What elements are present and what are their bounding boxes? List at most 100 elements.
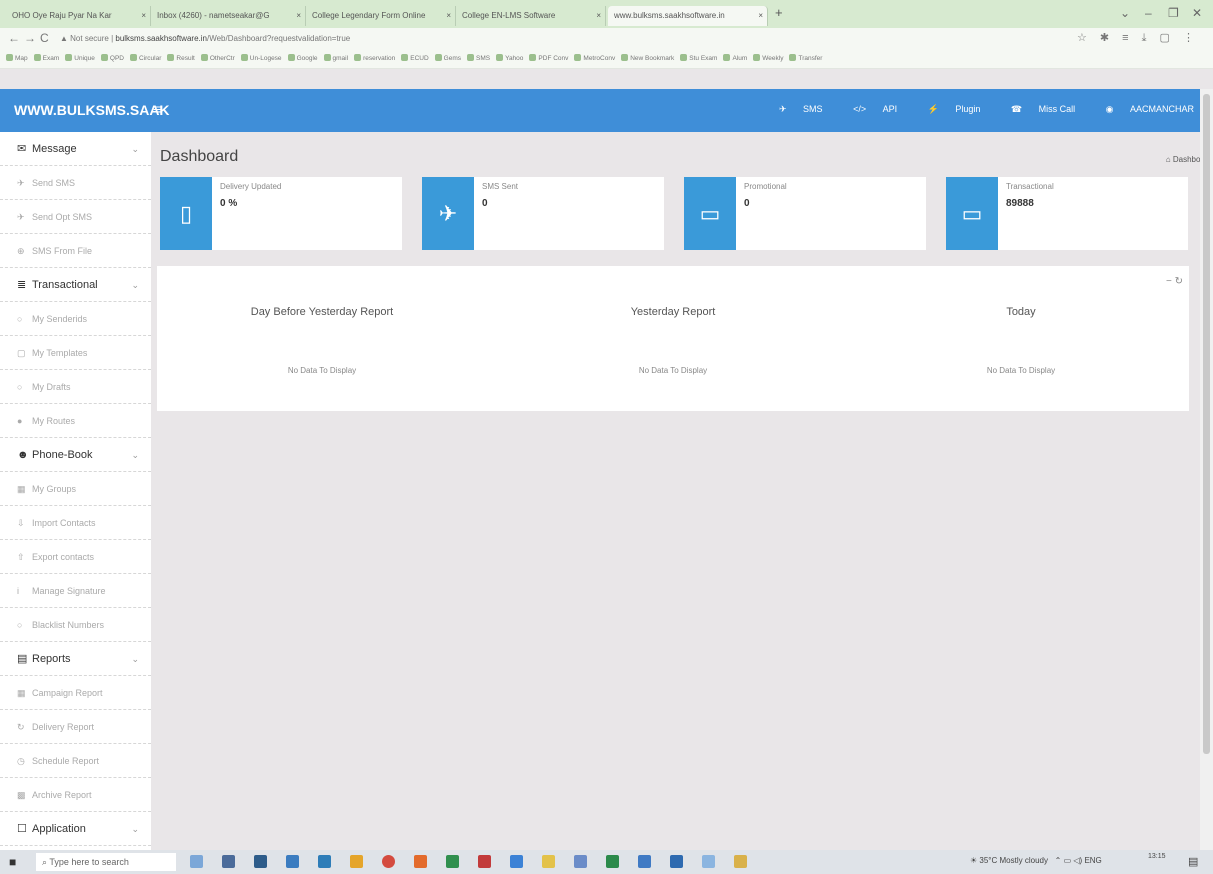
taskbar-app-icon[interactable]: [190, 855, 203, 868]
bookmark-item[interactable]: Gems: [434, 54, 461, 62]
refresh-icon[interactable]: ↻: [1175, 276, 1183, 287]
close-icon[interactable]: ×: [446, 6, 451, 26]
bookmark-item[interactable]: QPD: [100, 54, 124, 62]
sidebar-item-my-templates[interactable]: ▢ My Templates: [0, 336, 151, 370]
taskbar-app-icon[interactable]: [542, 855, 555, 868]
bookmark-item[interactable]: reservation: [354, 54, 395, 62]
bookmark-item[interactable]: PDF Conv: [529, 54, 568, 62]
bookmark-item[interactable]: Un-Logese: [240, 54, 282, 62]
brand-logo[interactable]: WWW.BULKSMS.SAAK: [14, 102, 170, 118]
bookmark-item[interactable]: Result: [167, 54, 195, 62]
bookmark-item[interactable]: MetroConv: [574, 54, 615, 62]
sidebar-item-sms-from-file[interactable]: ⊕ SMS From File: [0, 234, 151, 268]
bookmark-item[interactable]: Circular: [129, 54, 161, 62]
taskbar-app-icon[interactable]: [222, 855, 235, 868]
browser-tab[interactable]: College Legendary Form Online ×: [306, 6, 456, 26]
sidebar-section-phonebook[interactable]: ☻ Phone-Book ⌄: [0, 438, 151, 472]
sidebar-item-my-routes[interactable]: ● My Routes: [0, 404, 151, 438]
sidebar-item-blacklist-numbers[interactable]: ○ Blacklist Numbers: [0, 608, 151, 642]
close-icon[interactable]: ×: [141, 6, 146, 26]
taskbar-app-icon[interactable]: [350, 855, 363, 868]
collapse-icon[interactable]: −: [1166, 276, 1172, 287]
sidebar-item-my-drafts[interactable]: ○ My Drafts: [0, 370, 151, 404]
back-icon[interactable]: ←: [8, 31, 20, 45]
sidebar-item-send-opt-sms[interactable]: ✈ Send Opt SMS: [0, 200, 151, 234]
taskbar-app-icon[interactable]: [734, 855, 747, 868]
taskbar-search-input[interactable]: ⌕ Type here to search: [36, 853, 176, 871]
taskbar-app-icon[interactable]: [606, 855, 619, 868]
sidebar-item-schedule-report[interactable]: ◷ Schedule Report: [0, 744, 151, 778]
taskbar-app-icon[interactable]: [510, 855, 523, 868]
browser-tab[interactable]: OHO Oye Raju Pyar Na Kar ×: [6, 6, 151, 26]
user-menu[interactable]: ◉ AACMANCHAR: [1092, 104, 1194, 114]
sidebar-item-my-senderids[interactable]: ○ My Senderids: [0, 302, 151, 336]
language-indicator[interactable]: ENG: [1084, 856, 1101, 865]
bookmark-item[interactable]: gmail: [323, 54, 348, 62]
topnav-misscall[interactable]: ☎ Miss Call: [997, 104, 1075, 114]
sidebar-section-application[interactable]: ☐ Application ⌄: [0, 812, 151, 846]
sidebar-item-import-contacts[interactable]: ⇩ Import Contacts: [0, 506, 151, 540]
bookmark-item[interactable]: Stu Exam: [680, 54, 717, 62]
window-close-icon[interactable]: ✕: [1192, 6, 1202, 20]
sidebar-item-export-contacts[interactable]: ⇧ Export contacts: [0, 540, 151, 574]
hamburger-icon[interactable]: ≡: [153, 101, 161, 117]
close-icon[interactable]: ×: [296, 6, 301, 26]
close-icon[interactable]: ×: [758, 6, 763, 26]
bookmark-item[interactable]: Transfer: [789, 54, 822, 62]
bookmark-item[interactable]: Weekly: [753, 54, 783, 62]
topnav-plugin[interactable]: ⚡ Plugin: [914, 104, 981, 114]
bookmark-item[interactable]: ECUD: [401, 54, 429, 62]
maximize-icon[interactable]: ❐: [1168, 6, 1179, 20]
bookmark-item[interactable]: New Bookmark: [621, 54, 674, 62]
minimize-icon[interactable]: –: [1145, 6, 1152, 20]
taskbar-app-icon[interactable]: [702, 855, 715, 868]
close-icon[interactable]: ×: [596, 6, 601, 26]
taskbar-app-icon[interactable]: [670, 855, 683, 868]
chevron-up-icon[interactable]: ⌃: [1055, 856, 1062, 865]
taskbar-app-icon[interactable]: [478, 855, 491, 868]
bookmark-item[interactable]: Unique: [65, 54, 95, 62]
notification-icon[interactable]: ▤: [1188, 855, 1198, 868]
tab-search-icon[interactable]: ⌄: [1120, 6, 1130, 20]
taskbar-app-icon[interactable]: [638, 855, 651, 868]
bookmark-item[interactable]: Exam: [33, 54, 59, 62]
clock[interactable]: 13:15: [1148, 852, 1166, 861]
topnav-api[interactable]: </> API: [839, 104, 897, 114]
scrollbar[interactable]: [1200, 89, 1213, 850]
bookmark-item[interactable]: Yahoo: [496, 54, 523, 62]
weather-text[interactable]: 35°C Mostly cloudy: [979, 856, 1048, 865]
bookmark-item[interactable]: Alum: [723, 54, 747, 62]
scrollbar-thumb[interactable]: [1203, 94, 1210, 754]
extension-icons[interactable]: ☆ ✱ ≡ ⤓ ▢ ⋮: [1077, 31, 1199, 45]
sidebar-item-delivery-report[interactable]: ↻ Delivery Report: [0, 710, 151, 744]
volume-icon[interactable]: ◁): [1073, 856, 1082, 865]
taskbar-app-icon[interactable]: [446, 855, 459, 868]
taskbar-app-icon[interactable]: [318, 855, 331, 868]
forward-icon[interactable]: →: [24, 31, 36, 45]
windows-start-icon[interactable]: ■: [9, 855, 16, 869]
sidebar-item-manage-signature[interactable]: i Manage Signature: [0, 574, 151, 608]
taskbar-app-icon[interactable]: [574, 855, 587, 868]
sidebar-item-campaign-report[interactable]: ▦ Campaign Report: [0, 676, 151, 710]
sidebar-section-reports[interactable]: ▤ Reports ⌄: [0, 642, 151, 676]
browser-tab-active[interactable]: www.bulksms.saakhsoftware.in ×: [608, 6, 768, 26]
bookmark-item[interactable]: OtherCtr: [200, 54, 235, 62]
sidebar-item-archive-report[interactable]: ▩ Archive Report: [0, 778, 151, 812]
browser-tab[interactable]: Inbox (4260) - nametseakar@G ×: [151, 6, 306, 26]
taskbar-app-icon[interactable]: [286, 855, 299, 868]
reload-icon[interactable]: C: [40, 31, 49, 45]
url-field[interactable]: ▲ Not secure | bulksms.saakhsoftware.in/…: [60, 31, 1060, 47]
chrome-icon[interactable]: [382, 855, 395, 868]
topnav-sms[interactable]: ✈ SMS: [765, 104, 823, 114]
bookmark-item[interactable]: Map: [6, 54, 28, 62]
sidebar-section-message[interactable]: ✉ Message ⌄: [0, 132, 151, 166]
browser-tab[interactable]: College EN-LMS Software ×: [456, 6, 606, 26]
taskbar-app-icon[interactable]: [254, 855, 267, 868]
new-tab-icon[interactable]: +: [775, 5, 783, 20]
bookmark-item[interactable]: Google: [287, 54, 318, 62]
sidebar-item-send-sms[interactable]: ✈ Send SMS: [0, 166, 151, 200]
sidebar-item-my-groups[interactable]: ▦ My Groups: [0, 472, 151, 506]
network-icon[interactable]: ▭: [1064, 856, 1072, 865]
sidebar-section-transactional[interactable]: ≣ Transactional ⌄: [0, 268, 151, 302]
taskbar-app-icon[interactable]: [414, 855, 427, 868]
